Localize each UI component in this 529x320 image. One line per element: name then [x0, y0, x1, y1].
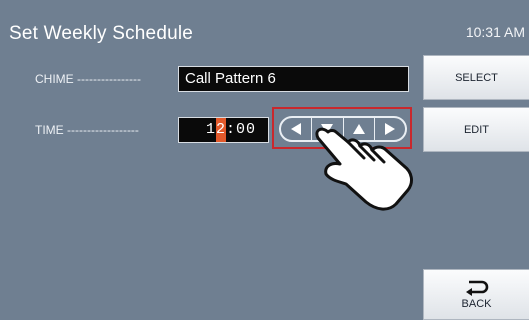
- chime-field: Call Pattern 6: [178, 66, 409, 92]
- time-digit-active[interactable]: 2: [216, 118, 227, 142]
- screen: Set Weekly Schedule 10:31 AM CHIME -----…: [0, 0, 529, 320]
- time-digit: 1: [206, 121, 217, 138]
- select-button-label: SELECT: [455, 71, 498, 84]
- page-title: Set Weekly Schedule: [9, 23, 194, 44]
- edit-button[interactable]: EDIT: [423, 107, 529, 152]
- clock: 10:31 AM: [465, 24, 525, 40]
- time-label: TIME ------------------: [35, 123, 139, 137]
- select-button[interactable]: SELECT: [423, 55, 529, 100]
- time-field[interactable]: 12:00: [178, 117, 269, 143]
- time-rest: :00: [226, 121, 257, 138]
- back-button-label: BACK: [461, 297, 492, 310]
- back-button[interactable]: BACK: [423, 269, 529, 320]
- chime-label: CHIME ----------------: [35, 72, 141, 86]
- back-icon: [465, 280, 488, 296]
- edit-button-label: EDIT: [463, 123, 490, 136]
- pointing-hand-icon: [315, 127, 413, 211]
